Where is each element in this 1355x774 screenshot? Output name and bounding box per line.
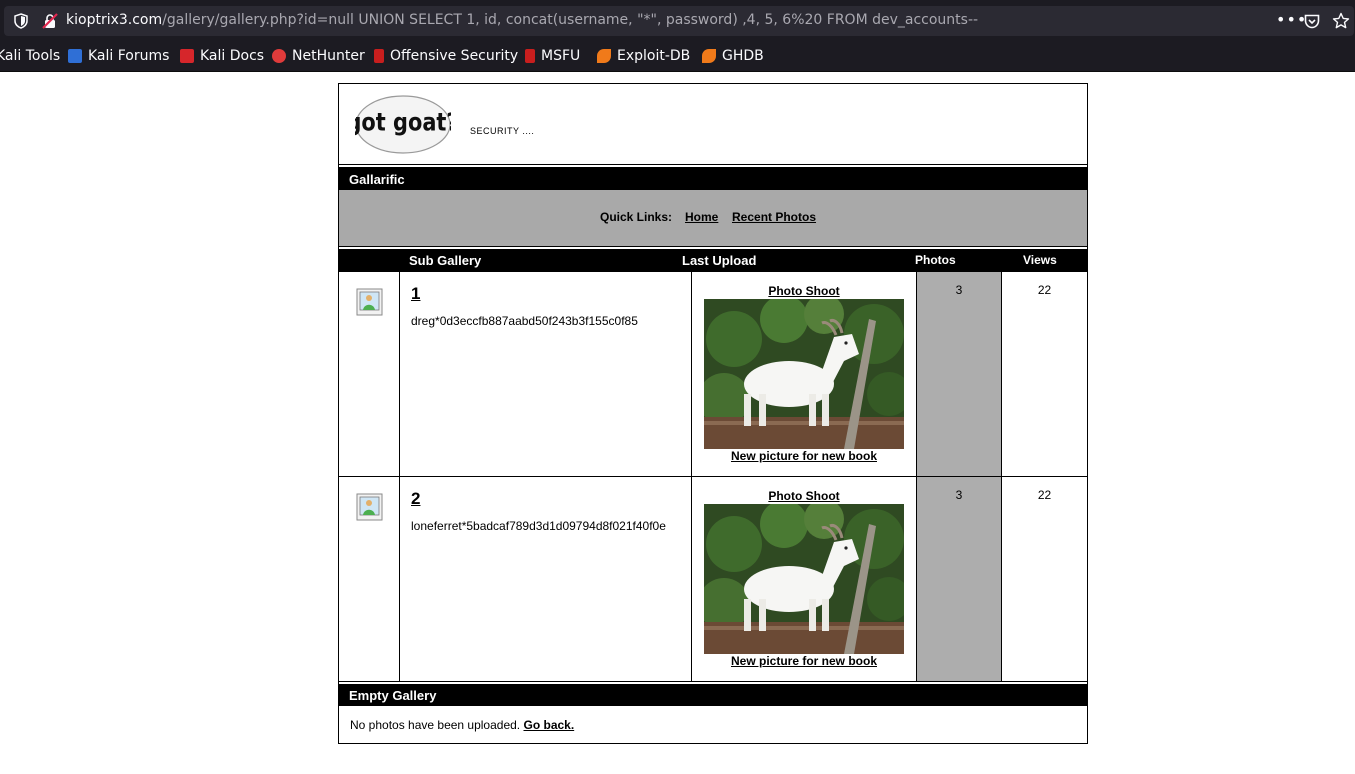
ghdb-icon	[702, 49, 716, 63]
bookmark-label: NetHunter	[292, 48, 365, 64]
gallery-description: dreg*0d3eccfb887aabd50f243b3f155c0f85	[411, 314, 638, 328]
sub-gallery-cell: 1 dreg*0d3eccfb887aabd50f243b3f155c0f85	[400, 272, 692, 476]
divider	[339, 681, 1087, 682]
divider	[339, 246, 1087, 247]
gallery-page: got goat? SECURITY .... Gallarific Quick…	[338, 83, 1088, 744]
photo-caption-link[interactable]: New picture for new book	[692, 449, 916, 463]
bookmark-nethunter[interactable]: NetHunter	[272, 47, 365, 65]
last-upload-header: Last Upload	[682, 253, 757, 268]
no-photos-text: No photos have been uploaded.	[350, 718, 521, 732]
exploit-db-icon	[597, 49, 611, 63]
gallery-icon-cell	[339, 477, 400, 681]
site-header: got goat? SECURITY ....	[339, 84, 1087, 166]
recent-photos-link[interactable]: Recent Photos	[732, 210, 816, 224]
views-count-cell: 22	[1002, 477, 1087, 681]
views-count: 22	[1037, 283, 1052, 297]
gallery-description: loneferret*5badcaf789d3d1d09794d8f021f40…	[411, 519, 666, 533]
bookmark-label: Offensive Security	[390, 48, 519, 64]
goat-photo[interactable]	[704, 504, 904, 654]
gallery-picture-icon[interactable]	[356, 493, 383, 521]
last-upload-cell: Photo Shoot New picture for new book	[692, 477, 916, 681]
views-count: 22	[1037, 488, 1052, 502]
bookmark-star-icon[interactable]	[1332, 12, 1350, 30]
bookmark-label: Kali Docs	[200, 48, 265, 64]
bookmark-ghdb[interactable]: GHDB	[702, 47, 764, 65]
photos-count: 3	[955, 488, 963, 502]
home-link[interactable]: Home	[685, 210, 718, 224]
photos-header: Photos	[915, 253, 956, 267]
views-header: Views	[1023, 253, 1057, 267]
site-tagline: SECURITY ....	[470, 126, 535, 136]
photo-shoot-link[interactable]: Photo Shoot	[692, 489, 916, 503]
msfu-icon	[525, 49, 535, 63]
address-bar[interactable]: kioptrix3.com/gallery/gallery.php?id=nul…	[4, 6, 1354, 36]
photos-count: 3	[955, 283, 963, 297]
url-host: kioptrix3.com	[66, 12, 163, 28]
bookmark-label: Kali Forums	[88, 48, 170, 64]
gallery-icon-cell	[339, 272, 400, 476]
gallery-number-link[interactable]: 1	[411, 284, 420, 304]
page-actions-menu-icon[interactable]: •••	[1276, 10, 1307, 29]
got-goat-logo[interactable]: got goat?	[355, 95, 451, 154]
offensive-security-icon	[374, 49, 384, 63]
bookmark-label: Kali Tools	[0, 48, 61, 64]
bookmark-label: Exploit-DB	[617, 48, 691, 64]
table-row: 2 loneferret*5badcaf789d3d1d09794d8f021f…	[339, 477, 1087, 681]
last-upload-cell: Photo Shoot New picture for new book	[692, 272, 916, 476]
bookmark-offensive-security[interactable]: Offensive Security	[374, 47, 518, 65]
bookmark-exploit-db[interactable]: Exploit-DB	[597, 47, 690, 65]
views-count-cell: 22	[1002, 272, 1087, 476]
url-path: /gallery/gallery.php?id=null UNION SELEC…	[162, 12, 979, 28]
photo-shoot-link[interactable]: Photo Shoot	[692, 284, 916, 298]
bookmark-label: MSFU	[541, 48, 581, 64]
gallery-number-link[interactable]: 2	[411, 489, 420, 509]
gallery-title-bar: Gallarific	[339, 167, 1087, 190]
bookmarks-toolbar: Kali Tools Kali Forums Kali Docs NetHunt…	[0, 40, 1355, 72]
bookmark-kali-forums[interactable]: Kali Forums	[68, 47, 169, 65]
browser-toolbar: kioptrix3.com/gallery/gallery.php?id=nul…	[0, 0, 1355, 40]
bookmark-msfu[interactable]: MSFU	[525, 47, 580, 65]
gallery-title: Gallarific	[349, 172, 405, 187]
goat-photo[interactable]	[704, 299, 904, 449]
logo-text: got goat?	[355, 108, 451, 137]
photos-count-cell: 3	[916, 272, 1002, 476]
kali-forums-icon	[68, 49, 82, 63]
bookmark-kali-docs[interactable]: Kali Docs	[180, 47, 264, 65]
empty-gallery-message: No photos have been uploaded. Go back.	[350, 718, 574, 732]
bookmark-label: GHDB	[722, 48, 764, 64]
gallery-picture-icon[interactable]	[356, 288, 383, 316]
photos-count-cell: 3	[916, 477, 1002, 681]
quick-links-bar: Quick Links: Home Recent Photos	[339, 190, 1087, 246]
photo-caption-link[interactable]: New picture for new book	[692, 654, 916, 668]
shield-icon[interactable]	[14, 13, 28, 29]
bookmark-kali-tools[interactable]: Kali Tools	[0, 47, 60, 65]
url-text[interactable]: kioptrix3.com/gallery/gallery.php?id=nul…	[66, 12, 978, 28]
empty-gallery-bar: Empty Gallery	[339, 684, 1087, 706]
sub-gallery-cell: 2 loneferret*5badcaf789d3d1d09794d8f021f…	[400, 477, 692, 681]
kali-docs-icon	[180, 49, 194, 63]
go-back-link[interactable]: Go back.	[523, 718, 574, 732]
empty-gallery-title: Empty Gallery	[349, 688, 437, 703]
divider	[339, 164, 1087, 165]
nethunter-icon	[272, 49, 286, 63]
pocket-icon[interactable]	[1304, 14, 1320, 29]
table-row: 1 dreg*0d3eccfb887aabd50f243b3f155c0f85 …	[339, 272, 1087, 476]
insecure-lock-icon[interactable]	[42, 13, 58, 29]
sub-gallery-header: Sub Gallery	[409, 253, 482, 268]
quick-links-label: Quick Links:	[600, 210, 673, 224]
